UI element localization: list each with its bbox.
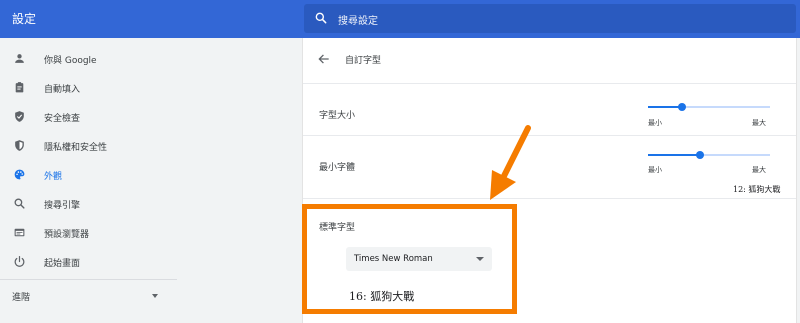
highlight-box-annotation (302, 204, 517, 314)
browser-icon (14, 228, 25, 237)
sidebar-item-on-startup[interactable]: 起始畫面 (0, 249, 177, 275)
clipboard-icon (15, 82, 24, 93)
sidebar-item-appearance[interactable]: 外觀 (0, 162, 177, 188)
sidebar-item-label: 外觀 (44, 172, 63, 182)
shield-privacy-icon (15, 140, 24, 151)
sidebar-item-label: 安全檢查 (44, 114, 81, 124)
sidebar-item-default-browser[interactable]: 預設瀏覽器 (0, 220, 177, 246)
minimum-font-label: 最小字體 (319, 163, 356, 173)
sidebar-item-safety-check[interactable]: 安全檢查 (0, 104, 177, 130)
slider-fill (648, 154, 701, 156)
power-icon (14, 256, 25, 267)
sidebar-item-label: 你與 Google (44, 56, 97, 66)
person-icon (15, 54, 24, 63)
font-size-slider[interactable] (648, 101, 770, 113)
search-icon (14, 198, 25, 209)
sidebar-divider (0, 279, 177, 280)
sidebar-item-label: 隱私權和安全性 (44, 143, 108, 153)
search-bar[interactable]: 搜尋設定 (304, 4, 796, 33)
sidebar-item-label: 搜尋引擎 (44, 201, 81, 211)
sidebar-item-label: 預設瀏覽器 (44, 230, 90, 240)
sidebar-item-search-engine[interactable]: 搜尋引擎 (0, 191, 177, 217)
sidebar-item-label: 起始畫面 (44, 259, 81, 269)
slider-min-label: 最小 (648, 119, 662, 127)
slider-thumb[interactable] (678, 103, 687, 111)
back-arrow-icon[interactable] (317, 52, 331, 66)
app-title: 設定 (12, 12, 37, 26)
minimum-font-slider[interactable] (648, 149, 770, 161)
chevron-down-icon[interactable] (152, 294, 158, 298)
sidebar-advanced-toggle[interactable]: 進階 (12, 290, 30, 303)
shield-check-icon (15, 111, 24, 122)
sidebar-item-autofill[interactable]: 自動填入 (0, 75, 177, 101)
top-bar: 設定 搜尋設定 (0, 0, 800, 38)
divider (303, 198, 796, 199)
search-placeholder: 搜尋設定 (338, 16, 378, 27)
page-title: 自訂字型 (345, 56, 382, 66)
sidebar-item-you-and-google[interactable]: 你與 Google (0, 46, 177, 72)
slider-min-label: 最小 (648, 166, 662, 174)
slider-thumb[interactable] (696, 151, 705, 159)
slider-max-label: 最大 (752, 119, 766, 127)
palette-icon (14, 169, 25, 180)
sidebar: 你與 Google 自動填入 安全檢查 隱私權和安全性 外觀 搜尋引擎 預設瀏覽… (0, 38, 177, 323)
minimum-font-sample: 12: 狐狗大戰 (733, 185, 781, 194)
divider (303, 135, 796, 136)
slider-fill (648, 106, 683, 108)
divider (303, 83, 796, 84)
font-size-label: 字型大小 (319, 111, 356, 121)
search-icon (315, 12, 327, 24)
sidebar-item-label: 自動填入 (44, 85, 81, 95)
slider-max-label: 最大 (752, 166, 766, 174)
arrow-annotation-icon (490, 125, 531, 200)
sidebar-item-privacy-security[interactable]: 隱私權和安全性 (0, 133, 177, 159)
